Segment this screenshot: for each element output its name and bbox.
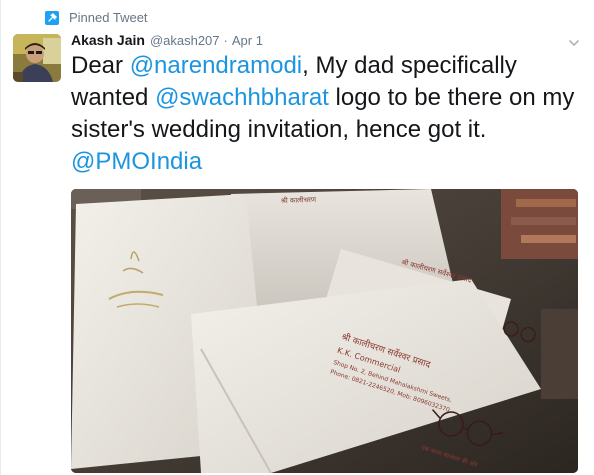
tweet-text-segment: Dear [71,52,130,79]
tweet-text: Dear @narendramodi, My dad specifically … [71,50,581,178]
tweet-header: Akash Jain @akash207 · Apr 1 [71,32,263,48]
avatar[interactable] [13,34,61,82]
svg-text:श्री कालीचरण: श्री कालीचरण [281,195,317,205]
author-fullname[interactable]: Akash Jain [71,32,145,48]
chevron-down-icon[interactable] [568,36,580,48]
pinned-tweet[interactable]: Pinned Tweet Akash Jain @akash207 · Apr … [0,0,594,475]
separator-dot: · [223,33,228,48]
pinned-tweet-indicator: Pinned Tweet [45,10,148,25]
mention-pmoindia[interactable]: @PMOIndia [71,148,202,175]
author-username[interactable]: @akash207 [150,33,220,48]
tweet-timestamp[interactable]: Apr 1 [232,33,263,48]
tweet-photo[interactable]: श्री कालीचरण सर्वेश्वर प्रसाद K.K. Comme… [71,189,578,473]
pin-icon [45,10,59,25]
mention-swachhbharat[interactable]: @swachhbharat [155,84,329,111]
mention-narendramodi[interactable]: @narendramodi [130,52,302,79]
pinned-label: Pinned Tweet [69,10,148,25]
